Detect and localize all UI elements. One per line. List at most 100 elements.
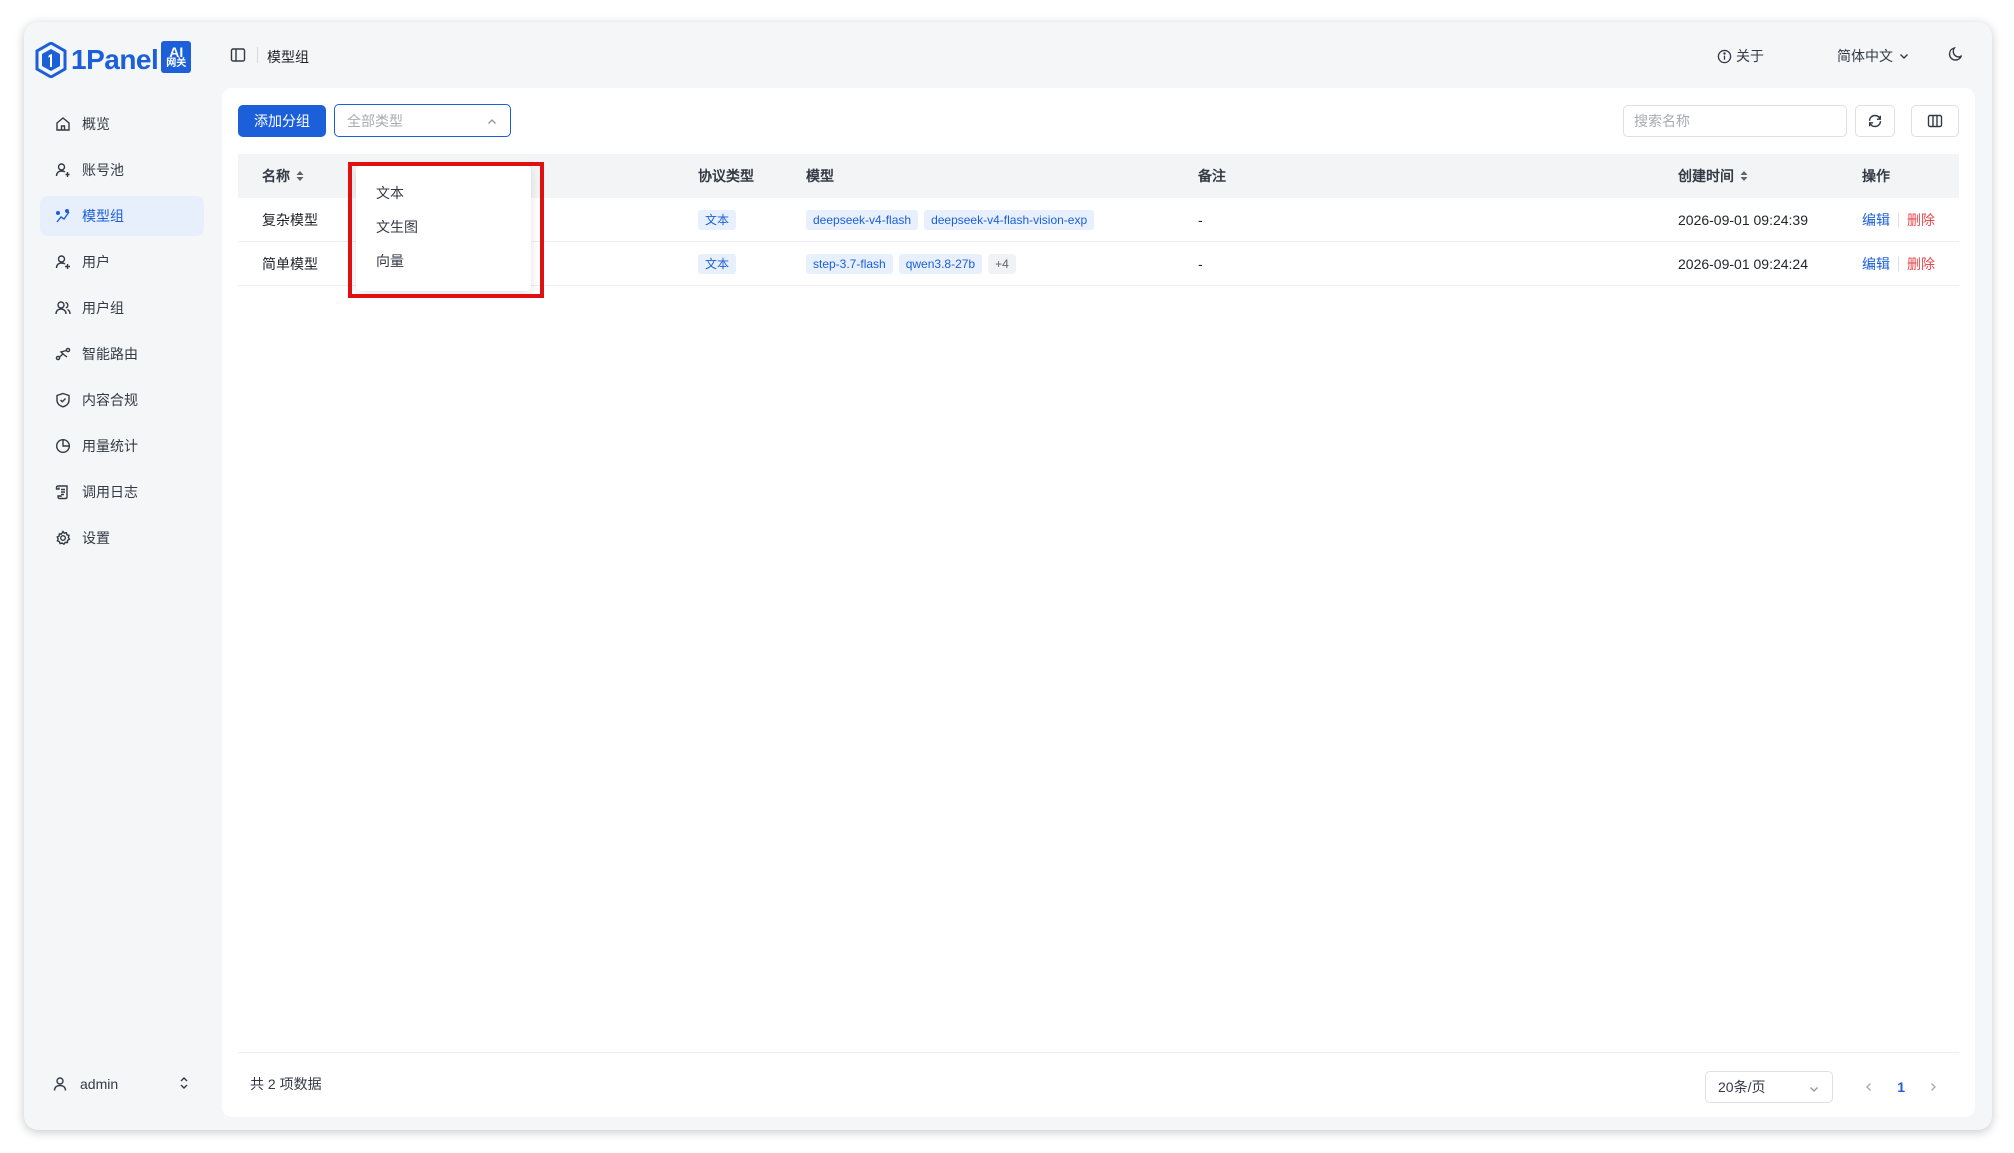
- edit-link[interactable]: 编辑: [1862, 254, 1890, 274]
- next-page-icon[interactable]: [1927, 1081, 1939, 1093]
- logo[interactable]: 1Panel AI 网关: [35, 40, 192, 80]
- model-group-icon: [54, 207, 72, 225]
- sidebar-item-content-compliance[interactable]: 内容合规: [40, 380, 204, 420]
- search-input[interactable]: [1623, 105, 1847, 137]
- log-icon: [54, 483, 72, 501]
- header: 模型组 关于 简体中文: [220, 22, 1992, 88]
- sidebar-item-label: 账号池: [82, 162, 124, 178]
- sidebar-item-call-logs[interactable]: 调用日志: [40, 472, 204, 512]
- ops-divider: [1898, 256, 1899, 271]
- sidebar-item-label: 智能路由: [82, 346, 138, 362]
- delete-link[interactable]: 删除: [1907, 254, 1935, 274]
- column-created[interactable]: 创建时间: [1678, 166, 1749, 186]
- user-icon: [52, 1075, 70, 1093]
- sidebar-item-label: 用户组: [82, 300, 124, 316]
- row-created: 2026-09-01 09:24:39: [1678, 211, 1808, 228]
- about-link[interactable]: 关于: [1717, 46, 1764, 66]
- gear-icon: [54, 529, 72, 547]
- type-filter-select[interactable]: 全部类型: [334, 104, 511, 137]
- total-count: 共 2 项数据: [250, 1076, 322, 1092]
- dropdown-option-text[interactable]: 文本: [356, 176, 531, 210]
- add-group-button[interactable]: 添加分组: [238, 105, 326, 137]
- more-models-tag[interactable]: +4: [988, 253, 1016, 274]
- language-label: 简体中文: [1837, 48, 1893, 64]
- sidebar-item-model-group[interactable]: 模型组: [40, 196, 204, 236]
- shield-icon: [54, 391, 72, 409]
- page-size-select[interactable]: 20条/页: [1705, 1071, 1833, 1103]
- logo-text: 1Panel: [71, 44, 159, 75]
- page-number[interactable]: 1: [1897, 1079, 1905, 1095]
- sidebar: 1Panel AI 网关 概览 账号池 模型组 用户 用户组 智能路由 内容合规…: [24, 22, 220, 1130]
- app-window: 1Panel AI 网关 概览 账号池 模型组 用户 用户组 智能路由 内容合规…: [24, 22, 1992, 1130]
- sidebar-item-usage-stats[interactable]: 用量统计: [40, 426, 204, 466]
- dropdown-option-text-to-image[interactable]: 文生图: [356, 210, 531, 244]
- user-menu[interactable]: admin: [40, 1064, 204, 1104]
- dark-mode-icon[interactable]: [1948, 46, 1964, 62]
- sidebar-toggle-icon[interactable]: [230, 47, 246, 63]
- language-select[interactable]: 简体中文: [1837, 46, 1910, 66]
- sidebar-item-label: 设置: [82, 530, 110, 546]
- user-add-icon: [54, 253, 72, 271]
- type-filter-placeholder: 全部类型: [347, 112, 403, 129]
- route-icon: [54, 345, 72, 363]
- type-filter-dropdown: 文本 文生图 向量: [356, 166, 531, 291]
- model-tag: deepseek-v4-flash-vision-exp: [924, 209, 1095, 230]
- edit-link[interactable]: 编辑: [1862, 210, 1890, 230]
- row-name: 简单模型: [262, 255, 318, 272]
- sidebar-nav: 概览 账号池 模型组 用户 用户组 智能路由 内容合规 用量统计 调用日志 设置: [40, 104, 204, 564]
- column-name[interactable]: 名称: [262, 166, 305, 186]
- model-tag: step-3.7-flash: [806, 253, 893, 274]
- column-protocol: 协议类型: [698, 168, 754, 184]
- column-note: 备注: [1198, 168, 1226, 184]
- ai-gateway-badge: AI 网关: [161, 41, 192, 73]
- delete-link[interactable]: 删除: [1907, 210, 1935, 230]
- refresh-button[interactable]: [1855, 105, 1895, 137]
- sidebar-item-label: 概览: [82, 116, 110, 132]
- badge-top: AI: [169, 44, 184, 60]
- model-tag: deepseek-v4-flash: [806, 209, 919, 230]
- chevron-down-icon: [1900, 54, 1908, 59]
- columns-icon: [1927, 114, 1943, 128]
- column-ops: 操作: [1862, 168, 1890, 184]
- prev-page-icon[interactable]: [1863, 1081, 1875, 1093]
- row-note: -: [1198, 255, 1203, 272]
- footer-divider: [238, 1052, 1959, 1053]
- sort-icon: [1740, 171, 1748, 181]
- sort-icon: [296, 171, 304, 181]
- model-tag: qwen3.8-27b: [898, 253, 983, 274]
- sidebar-item-settings[interactable]: 设置: [40, 518, 204, 558]
- columns-setting-button[interactable]: [1911, 105, 1959, 137]
- row-protocol: 文本: [698, 253, 742, 274]
- column-name-label: 名称: [262, 168, 290, 184]
- refresh-icon: [1868, 114, 1882, 128]
- sidebar-item-users[interactable]: 用户: [40, 242, 204, 282]
- sidebar-item-account-pool[interactable]: 账号池: [40, 150, 204, 190]
- home-icon: [54, 115, 72, 133]
- sidebar-item-label: 模型组: [82, 208, 124, 224]
- page-title: 模型组: [267, 49, 309, 65]
- row-name: 复杂模型: [262, 211, 318, 228]
- username: admin: [80, 1076, 119, 1092]
- badge-bottom: 网关: [166, 58, 187, 69]
- row-protocol: 文本: [698, 209, 742, 230]
- pie-chart-icon: [54, 437, 72, 455]
- page-size-label: 20条/页: [1718, 1079, 1766, 1095]
- protocol-tag: 文本: [698, 253, 737, 274]
- sidebar-item-smart-route[interactable]: 智能路由: [40, 334, 204, 374]
- row-created: 2026-09-01 09:24:24: [1678, 255, 1808, 272]
- dropdown-option-vector[interactable]: 向量: [356, 244, 531, 278]
- ops-divider: [1898, 212, 1899, 227]
- chevron-down-icon: [1810, 1087, 1818, 1092]
- sidebar-item-label: 用量统计: [82, 438, 138, 454]
- sidebar-item-overview[interactable]: 概览: [40, 104, 204, 144]
- account-pool-icon: [54, 161, 72, 179]
- sidebar-item-user-groups[interactable]: 用户组: [40, 288, 204, 328]
- chevron-up-icon: [488, 119, 496, 124]
- chevron-up-down-icon: [180, 1077, 188, 1089]
- 1panel-logo-icon: [35, 42, 67, 78]
- row-models: step-3.7-flash qwen3.8-27b +4: [806, 253, 1022, 274]
- pagination: 1: [1863, 1079, 1939, 1095]
- users-icon: [54, 299, 72, 317]
- protocol-tag: 文本: [698, 209, 737, 230]
- about-label: 关于: [1736, 48, 1764, 64]
